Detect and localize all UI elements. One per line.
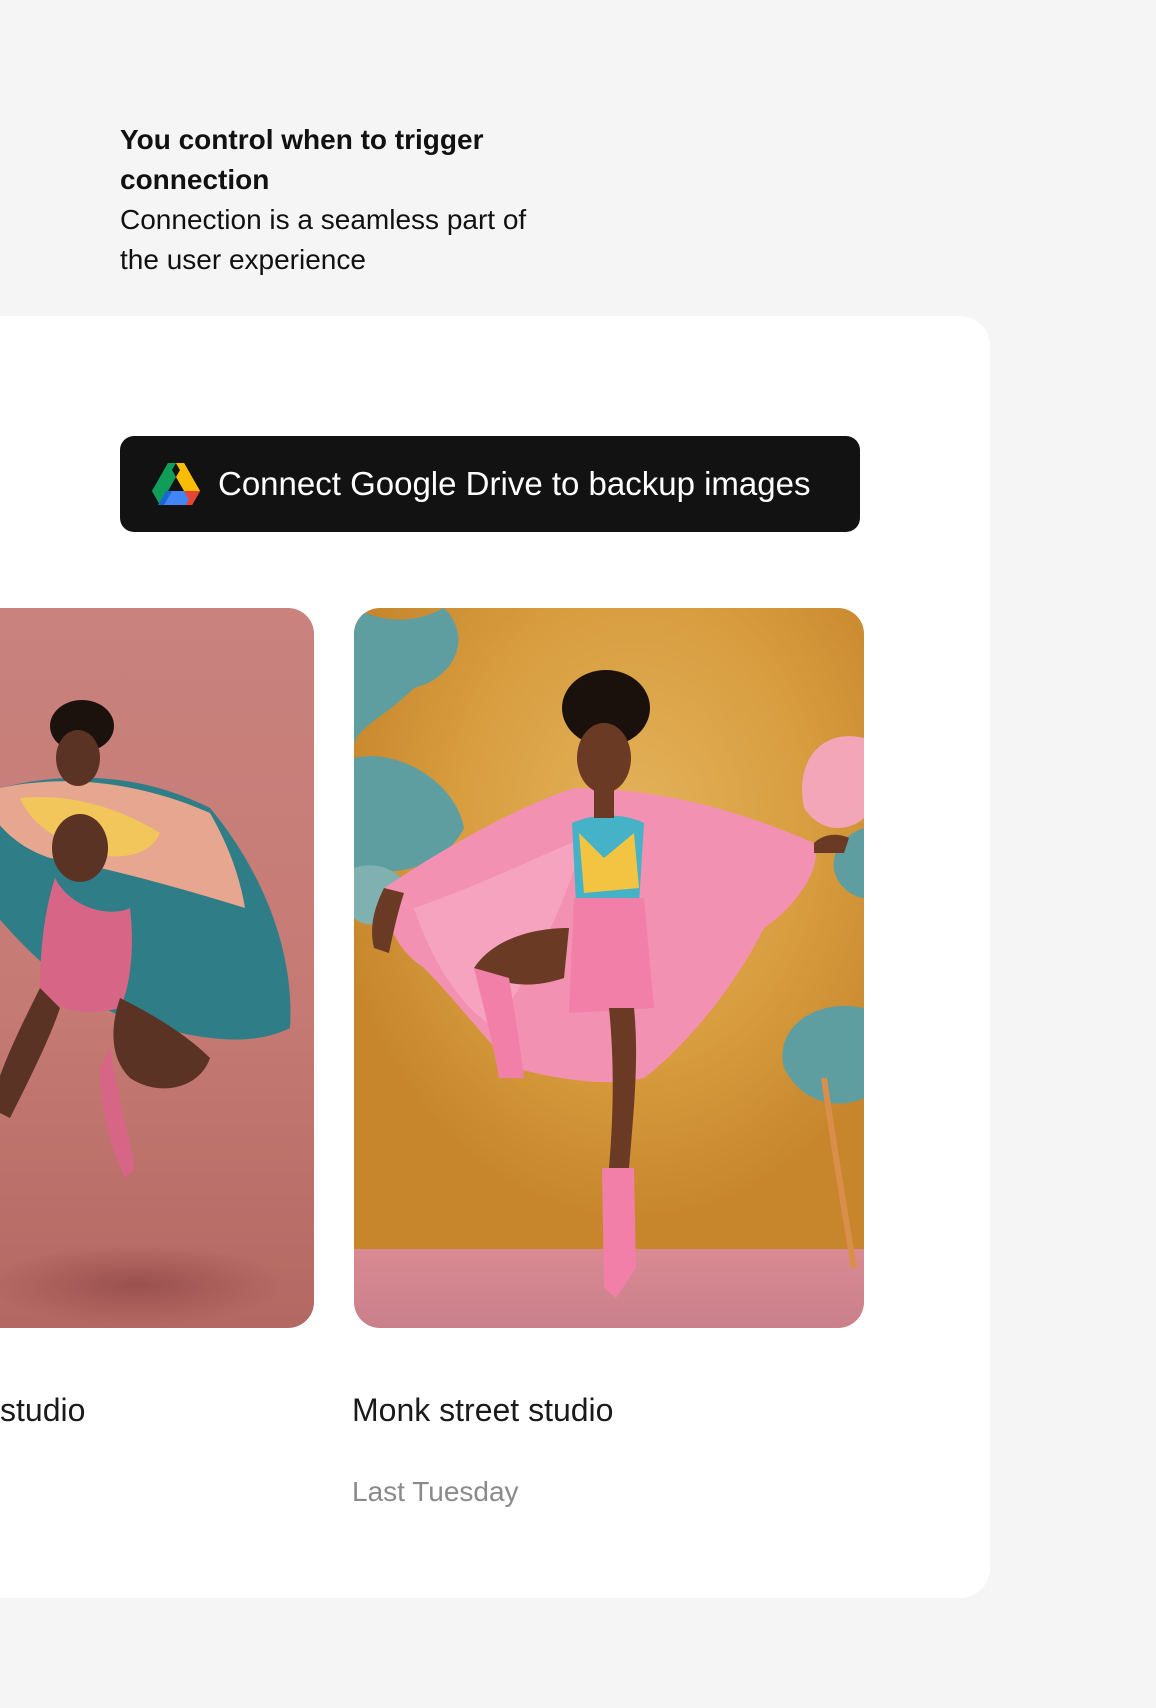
intro-description: Connection is a seamless part of the use… (120, 204, 527, 275)
gallery-item-date: Last Tuesday (352, 1476, 519, 1507)
gallery-item-title: studio (0, 1392, 86, 1428)
connect-google-drive-button[interactable]: Connect Google Drive to backup images (120, 436, 860, 532)
intro-text-block: You control when to trigger connection C… (120, 120, 540, 280)
connect-button-label: Connect Google Drive to backup images (218, 465, 811, 502)
monk-street-studio-photo[interactable] (354, 608, 864, 1328)
google-drive-icon (152, 463, 200, 505)
intro-title: You control when to trigger connection (120, 124, 484, 195)
studio-photo[interactable] (0, 608, 314, 1328)
gallery-item-title: Monk street studio (352, 1392, 614, 1428)
